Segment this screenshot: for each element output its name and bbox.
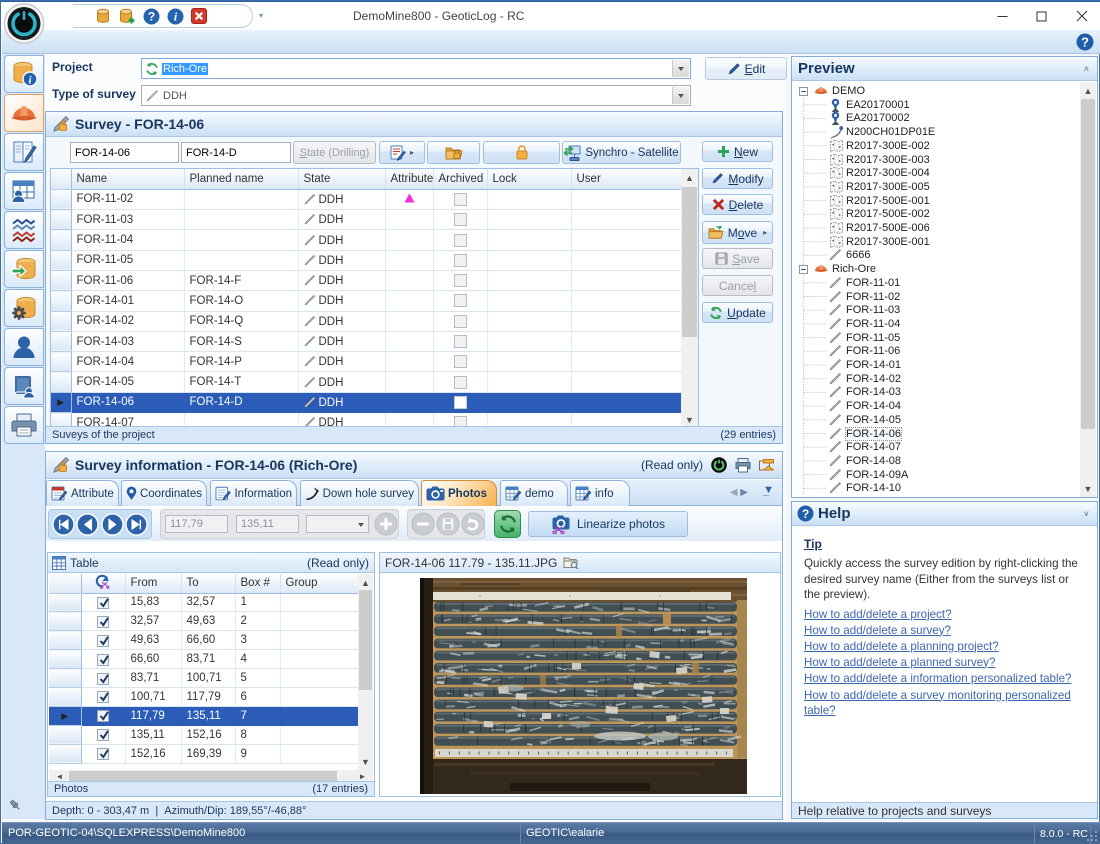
svg-text:?: ? bbox=[1081, 35, 1089, 50]
svg-text:?: ? bbox=[802, 507, 809, 521]
svg-text:?: ? bbox=[148, 9, 155, 23]
